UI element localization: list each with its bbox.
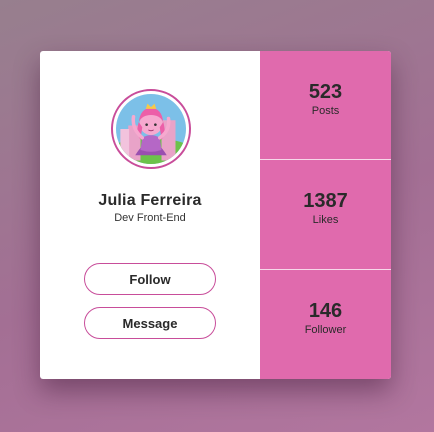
stat-label: Follower [304, 324, 347, 336]
avatar [111, 89, 191, 169]
profile-name: Julia Ferreira [98, 192, 202, 209]
stat-value: 146 [308, 300, 343, 322]
stat-label: Likes [312, 214, 339, 226]
profile-card: Julia Ferreira Dev Front-End Follow Mess… [40, 51, 391, 379]
stat-label: Posts [311, 105, 340, 117]
message-button[interactable]: Message [84, 307, 216, 339]
stat-value: 523 [308, 81, 343, 103]
profile-panel: Julia Ferreira Dev Front-End Follow Mess… [40, 51, 260, 379]
follow-button[interactable]: Follow [84, 263, 216, 295]
stat-followers: 146 Follower [260, 270, 391, 378]
stat-value: 1387 [303, 190, 348, 212]
stat-likes: 1387 Likes [260, 160, 391, 268]
stats-panel: 523 Posts 1387 Likes 146 Follower [260, 51, 391, 379]
stat-posts: 523 Posts [260, 51, 391, 159]
profile-role: Dev Front-End [114, 212, 186, 224]
avatar-image [116, 94, 186, 164]
